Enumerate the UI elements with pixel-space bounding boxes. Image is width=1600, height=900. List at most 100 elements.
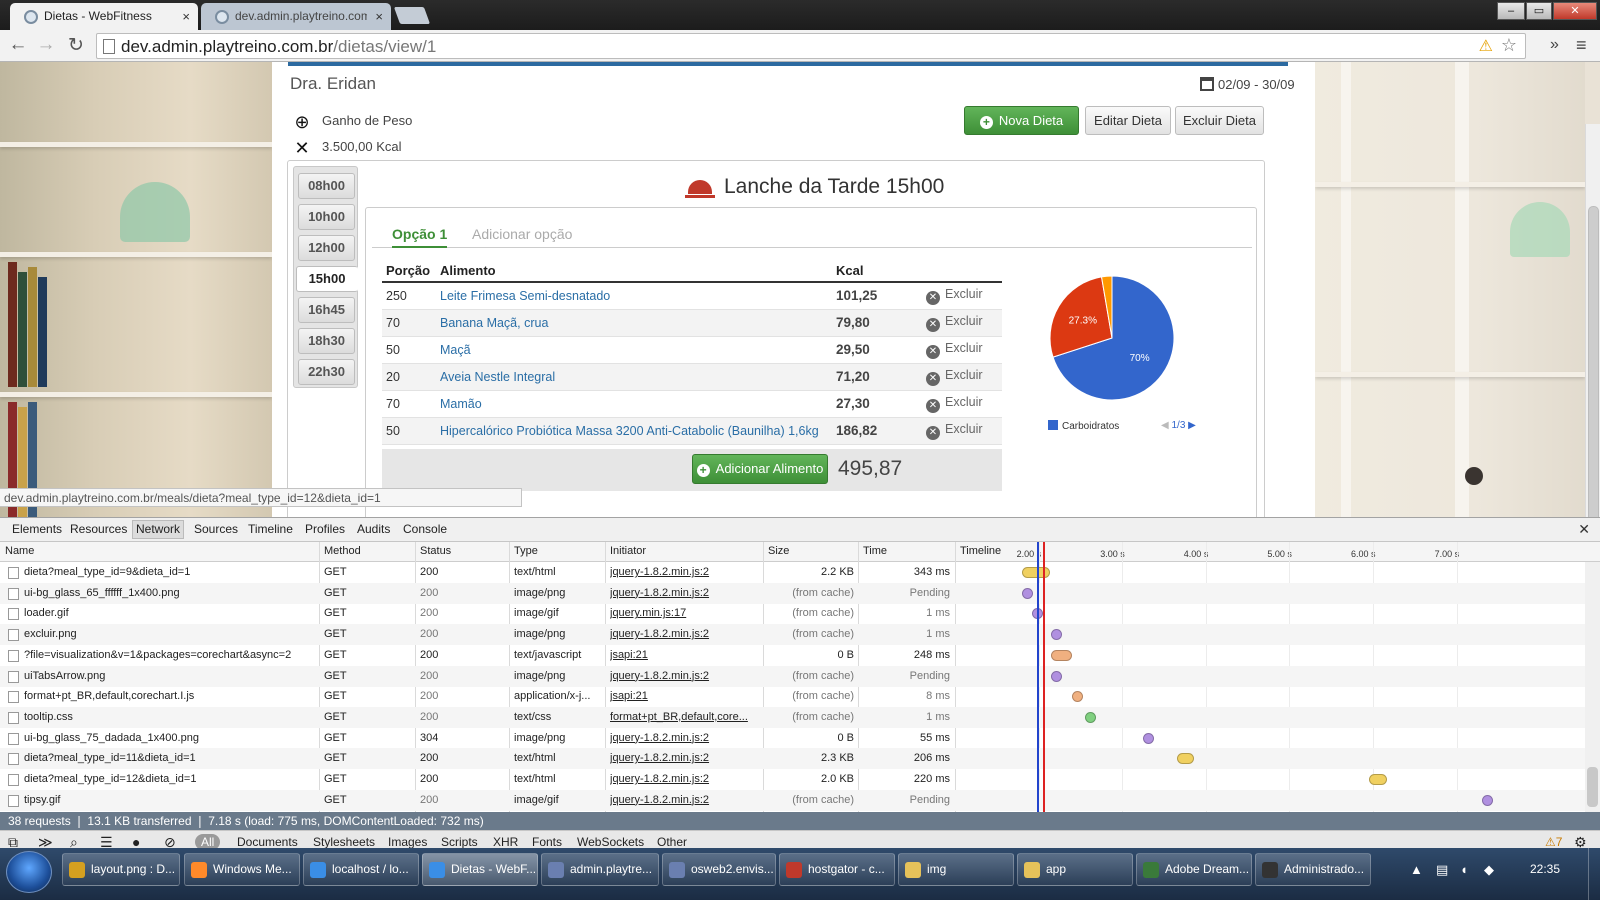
request-name[interactable]: ?file=visualization&v=1&packages=corecha… (24, 649, 314, 661)
request-name[interactable]: dieta?meal_type_id=9&dieta_id=1 (24, 566, 314, 578)
back-arrow-icon[interactable]: ← (6, 34, 30, 56)
forward-arrow-icon[interactable]: → (34, 34, 58, 56)
browser-tab-inactive[interactable]: dev.admin.playtreino.com × (201, 3, 391, 30)
new-diet-button[interactable]: + Nova Dieta (964, 106, 1079, 135)
request-initiator-link[interactable]: jquery-1.8.2.min.js:2 (610, 566, 760, 578)
request-name[interactable]: dieta?meal_type_id=12&dieta_id=1 (24, 773, 314, 785)
tray-network-icon[interactable]: ▤ (1436, 862, 1448, 878)
tray-expand-icon[interactable]: ▲ (1410, 862, 1423, 877)
request-initiator-link[interactable]: jquery-1.8.2.min.js:2 (610, 670, 760, 682)
delete-diet-button[interactable]: Excluir Dieta (1175, 106, 1264, 135)
col-status[interactable]: Status (420, 545, 451, 557)
filter-scripts[interactable]: Scripts (441, 835, 478, 849)
request-initiator-link[interactable]: jsapi:21 (610, 649, 760, 661)
timeline-bar[interactable] (1143, 732, 1155, 744)
col-time[interactable]: Time (863, 545, 887, 557)
network-scrollbar[interactable] (1585, 562, 1600, 812)
timeline-bar[interactable] (1481, 794, 1493, 806)
filter-stylesheets[interactable]: Stylesheets (313, 835, 375, 849)
network-request-row[interactable]: dieta?meal_type_id=9&dieta_id=1 GET 200 tex… (0, 562, 1585, 583)
food-name-link[interactable]: Banana Maçã, crua (436, 309, 832, 337)
filter-images[interactable]: Images (388, 835, 427, 849)
taskbar-item[interactable]: osweb2.envis... (662, 853, 776, 886)
tab-add-option[interactable]: Adicionar opção (472, 226, 572, 248)
request-initiator-link[interactable]: format+pt_BR,default,core... (610, 711, 760, 723)
network-request-row[interactable]: format+pt_BR,default,corechart.I.js GET 20… (0, 686, 1585, 707)
food-name-link[interactable]: Maçã (436, 336, 832, 364)
edit-diet-button[interactable]: Editar Dieta (1085, 106, 1171, 135)
taskbar-item[interactable]: Dietas - WebF... (422, 853, 538, 886)
timeline-bar[interactable] (1084, 711, 1096, 723)
request-initiator-link[interactable]: jquery-1.8.2.min.js:2 (610, 587, 760, 599)
food-name-link[interactable]: Leite Frimesa Semi-desnatado (436, 282, 832, 310)
taskbar-item[interactable]: Adobe Dream... (1136, 853, 1252, 886)
timeline-bar[interactable] (1368, 774, 1388, 785)
taskbar-item[interactable]: Windows Me... (184, 853, 300, 886)
request-name[interactable]: ui-bg_glass_75_dadada_1x400.png (24, 732, 314, 744)
warning-count[interactable]: ⚠7 (1545, 835, 1562, 849)
prev-page-icon[interactable]: ◀ (1161, 420, 1169, 431)
reload-icon[interactable]: ↻ (64, 34, 88, 57)
tab-time-1830[interactable]: 18h30 (298, 328, 355, 354)
close-devtools-icon[interactable]: ✕ (1578, 521, 1590, 538)
extensions-chevron-icon[interactable]: » (1550, 36, 1559, 54)
taskbar-item[interactable]: app (1017, 853, 1133, 886)
network-request-row[interactable]: dieta?meal_type_id=11&dieta_id=1 GET 200 te… (0, 748, 1585, 770)
url-text[interactable]: dev.admin.playtreino.com.br/dietas/view/… (121, 37, 436, 57)
tab-time-0800[interactable]: 08h00 (298, 173, 355, 199)
request-initiator-link[interactable]: jquery.min.js:17 (610, 607, 760, 619)
show-desktop-button[interactable] (1588, 848, 1600, 900)
delete-food-button[interactable]: ✕ Excluir (922, 282, 1002, 310)
bookmark-star-icon[interactable]: ☆ (1501, 35, 1517, 56)
network-request-row[interactable]: uiTabsArrow.png GET 200 image/png jquery-1.8… (0, 665, 1585, 687)
col-size[interactable]: Size (768, 545, 789, 557)
request-initiator-link[interactable]: jsapi:21 (610, 690, 760, 702)
timeline-bar[interactable] (1051, 629, 1063, 641)
food-name-link[interactable]: Aveia Nestle Integral (436, 363, 832, 391)
network-scrollbar-thumb[interactable] (1587, 767, 1598, 807)
request-initiator-link[interactable]: jquery-1.8.2.min.js:2 (610, 752, 760, 764)
maximize-button[interactable]: ▭ (1526, 2, 1552, 20)
request-initiator-link[interactable]: jquery-1.8.2.min.js:2 (610, 773, 760, 785)
request-initiator-link[interactable]: jquery-1.8.2.min.js:2 (610, 732, 760, 744)
taskbar-item[interactable]: layout.png : D... (62, 853, 180, 886)
request-name[interactable]: uiTabsArrow.png (24, 670, 314, 682)
request-name[interactable]: loader.gif (24, 607, 314, 619)
timeline-bar[interactable] (1072, 691, 1084, 703)
taskbar-item[interactable]: img (898, 853, 1014, 886)
tab-audits[interactable]: Audits (357, 522, 390, 536)
tab-sources[interactable]: Sources (194, 522, 238, 536)
timeline-bar[interactable] (1051, 670, 1063, 682)
start-button[interactable] (6, 851, 52, 893)
delete-food-button[interactable]: ✕ Excluir (922, 336, 1002, 364)
add-food-button[interactable]: + Adicionar Alimento (692, 454, 828, 484)
menu-icon[interactable]: ≡ (1576, 35, 1587, 56)
col-timeline[interactable]: Timeline (960, 545, 1001, 557)
request-name[interactable]: tooltip.css (24, 711, 314, 723)
filter-other[interactable]: Other (657, 835, 687, 849)
delete-food-button[interactable]: ✕ Excluir (922, 309, 1002, 337)
timeline-bar[interactable] (1176, 753, 1195, 765)
close-tab-icon[interactable]: × (375, 9, 383, 24)
filter-fonts[interactable]: Fonts (532, 835, 562, 849)
tray-app-icon[interactable]: ◆ (1484, 862, 1494, 878)
filter-xhr[interactable]: XHR (493, 835, 518, 849)
tab-option-1[interactable]: Opção 1 (392, 226, 448, 248)
taskbar-item[interactable]: hostgator - c... (779, 853, 895, 886)
col-initiator[interactable]: Initiator (610, 545, 646, 557)
network-request-row[interactable]: dieta?meal_type_id=12&dieta_id=1 GET 200 te… (0, 769, 1585, 790)
col-method[interactable]: Method (324, 545, 361, 557)
tab-time-1645[interactable]: 16h45 (298, 297, 355, 323)
request-name[interactable]: tipsy.gif (24, 794, 314, 806)
network-request-row[interactable]: ui-bg_glass_75_dadada_1x400.png GET 304 ima… (0, 728, 1585, 749)
warning-icon[interactable]: ⚠ (1479, 36, 1493, 56)
network-request-row[interactable]: tooltip.css GET 200 text/css format+pt_BR,de… (0, 706, 1585, 728)
network-request-row[interactable]: excluir.png GET 200 image/png jquery-1.8.2.m… (0, 624, 1585, 646)
request-name[interactable]: excluir.png (24, 628, 314, 640)
col-name[interactable]: Name (5, 545, 34, 557)
tab-network[interactable]: Network (132, 520, 185, 539)
tab-time-1500[interactable]: 15h00 (296, 266, 358, 292)
macro-pie-chart[interactable]: 70% 27.3% (1042, 268, 1182, 408)
food-name-link[interactable]: Hipercalórico Probiótica Massa 3200 Anti… (436, 417, 832, 445)
delete-food-button[interactable]: ✕ Excluir (922, 363, 1002, 391)
